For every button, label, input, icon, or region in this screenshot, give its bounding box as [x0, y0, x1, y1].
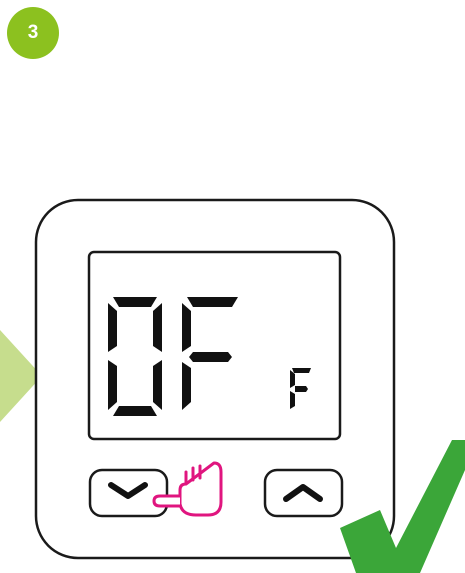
thermostat-illustration	[0, 198, 465, 573]
down-button[interactable]	[88, 468, 169, 518]
up-button[interactable]	[263, 468, 344, 518]
